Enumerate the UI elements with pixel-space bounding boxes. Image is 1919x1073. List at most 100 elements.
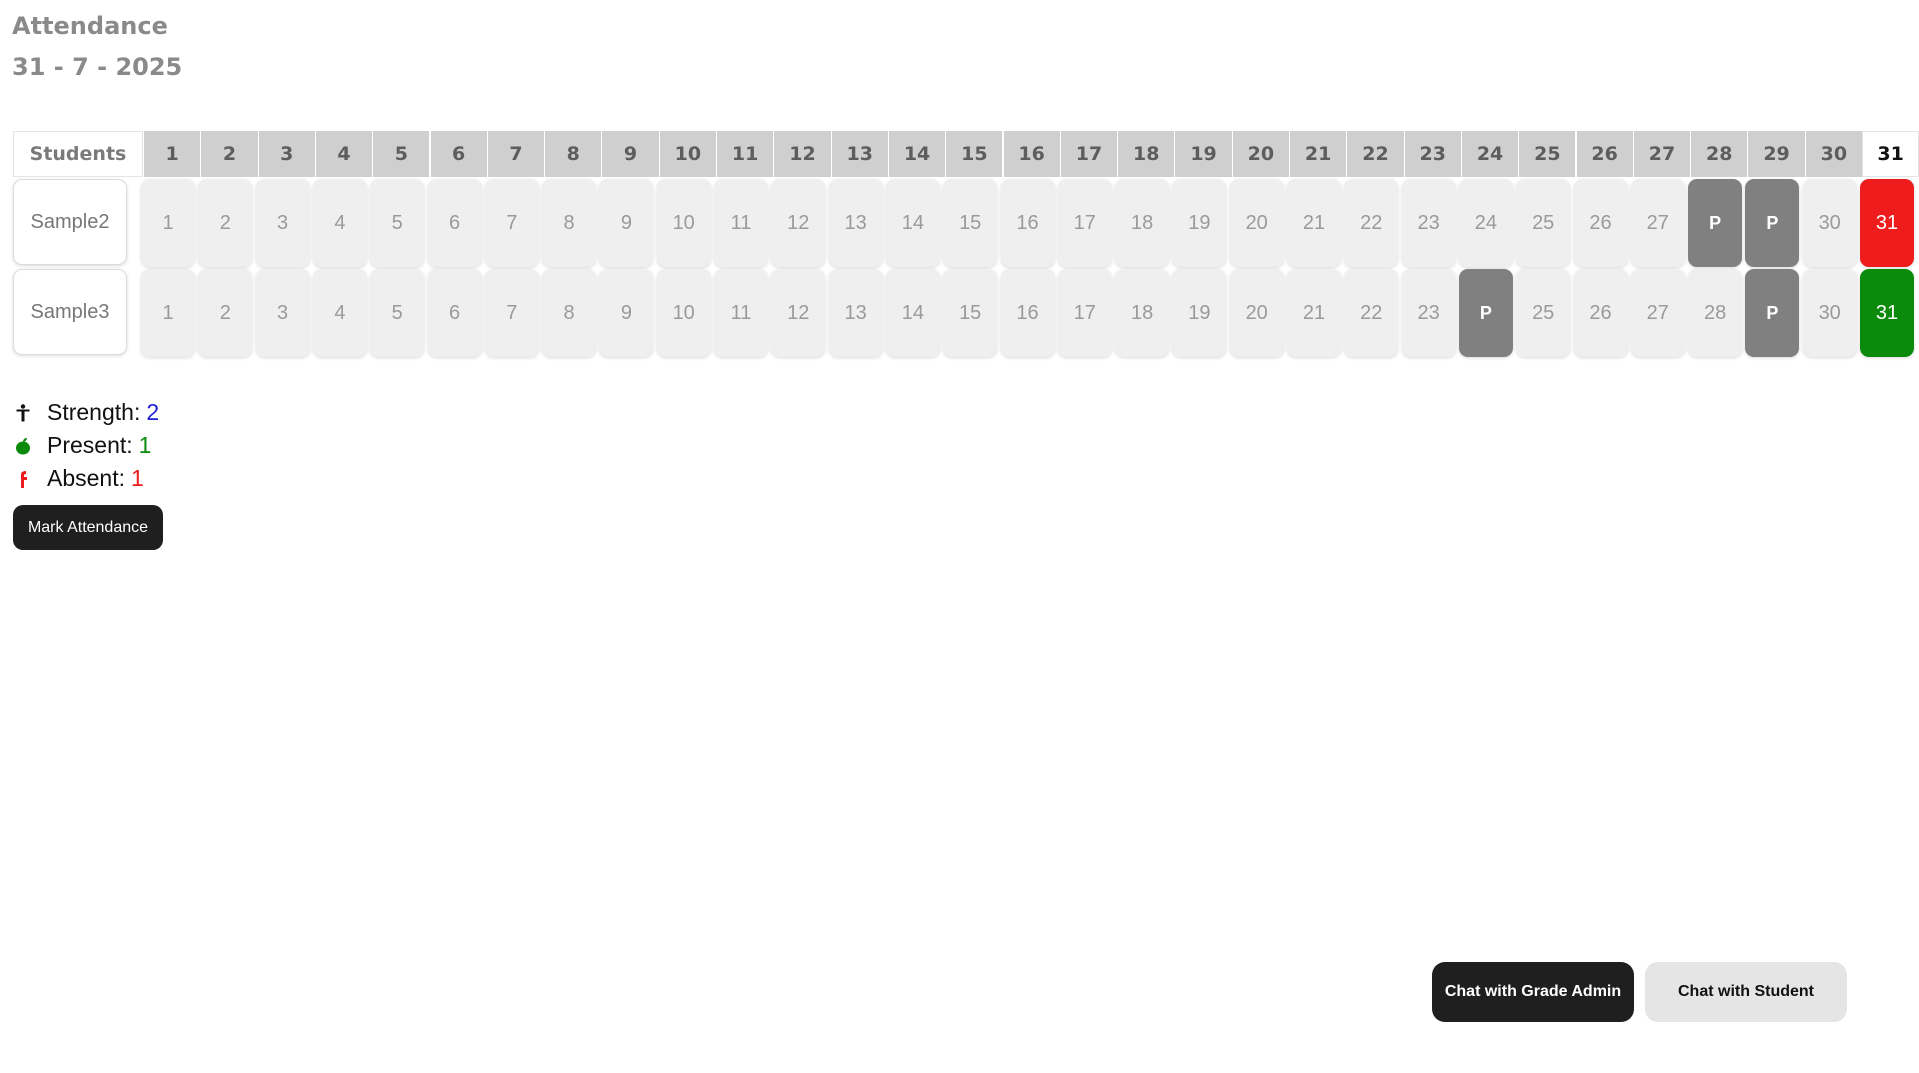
attendance-cell[interactable]: 23 [1401,179,1456,267]
attendance-cell[interactable]: 26 [1573,269,1628,357]
attendance-cell[interactable]: 3 [255,179,310,267]
attendance-cell[interactable]: P [1745,179,1800,267]
attendance-cell[interactable]: 21 [1287,269,1341,357]
present-value: 1 [138,432,152,458]
attendance-cell[interactable]: 22 [1344,269,1399,357]
day-header-27: 27 [1632,131,1691,177]
attendance-cell[interactable]: 25 [1516,269,1571,357]
student-name: Sample3 [13,269,127,355]
attendance-cell[interactable]: 18 [1115,179,1170,267]
attendance-cell[interactable]: 5 [370,179,425,267]
day-header-15: 15 [945,131,1003,177]
day-header-30: 30 [1804,131,1862,177]
day-header-10: 10 [658,131,716,177]
attendance-cell[interactable]: 9 [599,179,654,267]
attendance-cell[interactable]: 8 [542,269,597,357]
attendance-cell[interactable]: 4 [312,179,367,267]
attendance-cell[interactable]: 15 [943,269,998,357]
chat-with-grade-admin-button[interactable]: Chat with Grade Admin [1432,962,1634,1022]
mark-attendance-button[interactable]: Mark Attendance [13,505,163,550]
day-header-16: 16 [1002,131,1060,177]
attendance-cell[interactable]: 28 [1688,269,1743,357]
day-header-9: 9 [601,131,659,177]
attendance-cell[interactable]: 16 [1000,179,1055,267]
day-header-11: 11 [716,131,774,177]
day-header-19: 19 [1174,131,1232,177]
attendance-cell[interactable]: P [1745,269,1800,357]
current-date: 31 - 7 - 2025 [12,53,183,81]
absent-icon [14,470,32,488]
attendance-cell[interactable]: 10 [656,269,711,357]
attendance-cell[interactable]: 31 [1860,179,1914,267]
attendance-cell[interactable]: 16 [1000,269,1055,357]
student-name: Sample2 [13,179,127,265]
day-header-14: 14 [887,131,946,177]
attendance-cell[interactable]: 1 [141,269,195,357]
strength-stat: Strength: 2 [14,396,159,429]
attendance-cell[interactable]: 5 [370,269,425,357]
absent-value: 1 [131,465,144,491]
attendance-cell[interactable]: P [1688,179,1743,267]
attendance-cell[interactable]: 20 [1229,269,1284,357]
absent-label: Absent: [47,465,125,491]
attendance-cell[interactable]: 14 [885,179,940,267]
day-header-22: 22 [1346,131,1404,177]
attendance-cell[interactable]: 1 [141,179,195,267]
attendance-cell[interactable]: 8 [542,179,597,267]
person-icon [14,403,32,422]
day-header-18: 18 [1117,131,1175,177]
attendance-cell[interactable]: 13 [828,179,883,267]
attendance-cell[interactable]: 30 [1802,269,1857,357]
day-header-20: 20 [1231,131,1289,177]
attendance-cell[interactable]: 10 [656,179,711,267]
day-header-21: 21 [1289,131,1347,177]
attendance-cell[interactable]: 12 [771,269,826,357]
attendance-cell[interactable]: 13 [828,269,883,357]
attendance-cell[interactable]: 2 [198,179,253,267]
strength-value: 2 [146,399,160,425]
attendance-cell[interactable]: 14 [885,269,940,357]
attendance-cell[interactable]: 17 [1057,179,1112,267]
day-header-8: 8 [544,131,602,177]
strength-label: Strength: [47,399,141,425]
apple-icon [14,437,32,455]
attendance-cell[interactable]: 25 [1516,179,1571,267]
day-header-17: 17 [1059,131,1118,177]
day-header-26: 26 [1575,131,1633,177]
attendance-cell[interactable]: 6 [427,269,482,357]
attendance-cell[interactable]: 17 [1057,269,1112,357]
chat-with-student-button[interactable]: Chat with Student [1645,962,1847,1022]
attendance-cell[interactable]: P [1458,269,1513,357]
attendance-cell[interactable]: 3 [255,269,310,357]
day-header-7: 7 [486,131,545,177]
attendance-cell[interactable]: 4 [312,269,367,357]
attendance-cell[interactable]: 2 [198,269,253,357]
attendance-cell[interactable]: 21 [1287,179,1341,267]
attendance-cell[interactable]: 26 [1573,179,1628,267]
attendance-cell[interactable]: 7 [484,179,539,267]
attendance-cell[interactable]: 18 [1115,269,1170,357]
day-header-13: 13 [830,131,888,177]
day-header-6: 6 [429,131,487,177]
attendance-cell[interactable]: 7 [484,269,539,357]
day-header-25: 25 [1518,131,1576,177]
attendance-cell[interactable]: 11 [714,269,768,357]
students-header: Students [13,131,143,177]
attendance-cell[interactable]: 19 [1172,179,1227,267]
attendance-cell[interactable]: 22 [1344,179,1399,267]
attendance-cell[interactable]: 23 [1401,269,1456,357]
attendance-cell[interactable]: 31 [1860,269,1914,357]
day-header-24: 24 [1460,131,1519,177]
attendance-cell[interactable]: 9 [599,269,654,357]
attendance-cell[interactable]: 6 [427,179,482,267]
attendance-cell[interactable]: 19 [1172,269,1227,357]
attendance-cell[interactable]: 30 [1802,179,1857,267]
day-header-5: 5 [372,131,430,177]
attendance-cell[interactable]: 27 [1630,269,1685,357]
attendance-cell[interactable]: 12 [771,179,826,267]
attendance-cell[interactable]: 20 [1229,179,1284,267]
attendance-cell[interactable]: 24 [1458,179,1513,267]
attendance-cell[interactable]: 15 [943,179,998,267]
attendance-cell[interactable]: 27 [1630,179,1685,267]
attendance-cell[interactable]: 11 [714,179,768,267]
